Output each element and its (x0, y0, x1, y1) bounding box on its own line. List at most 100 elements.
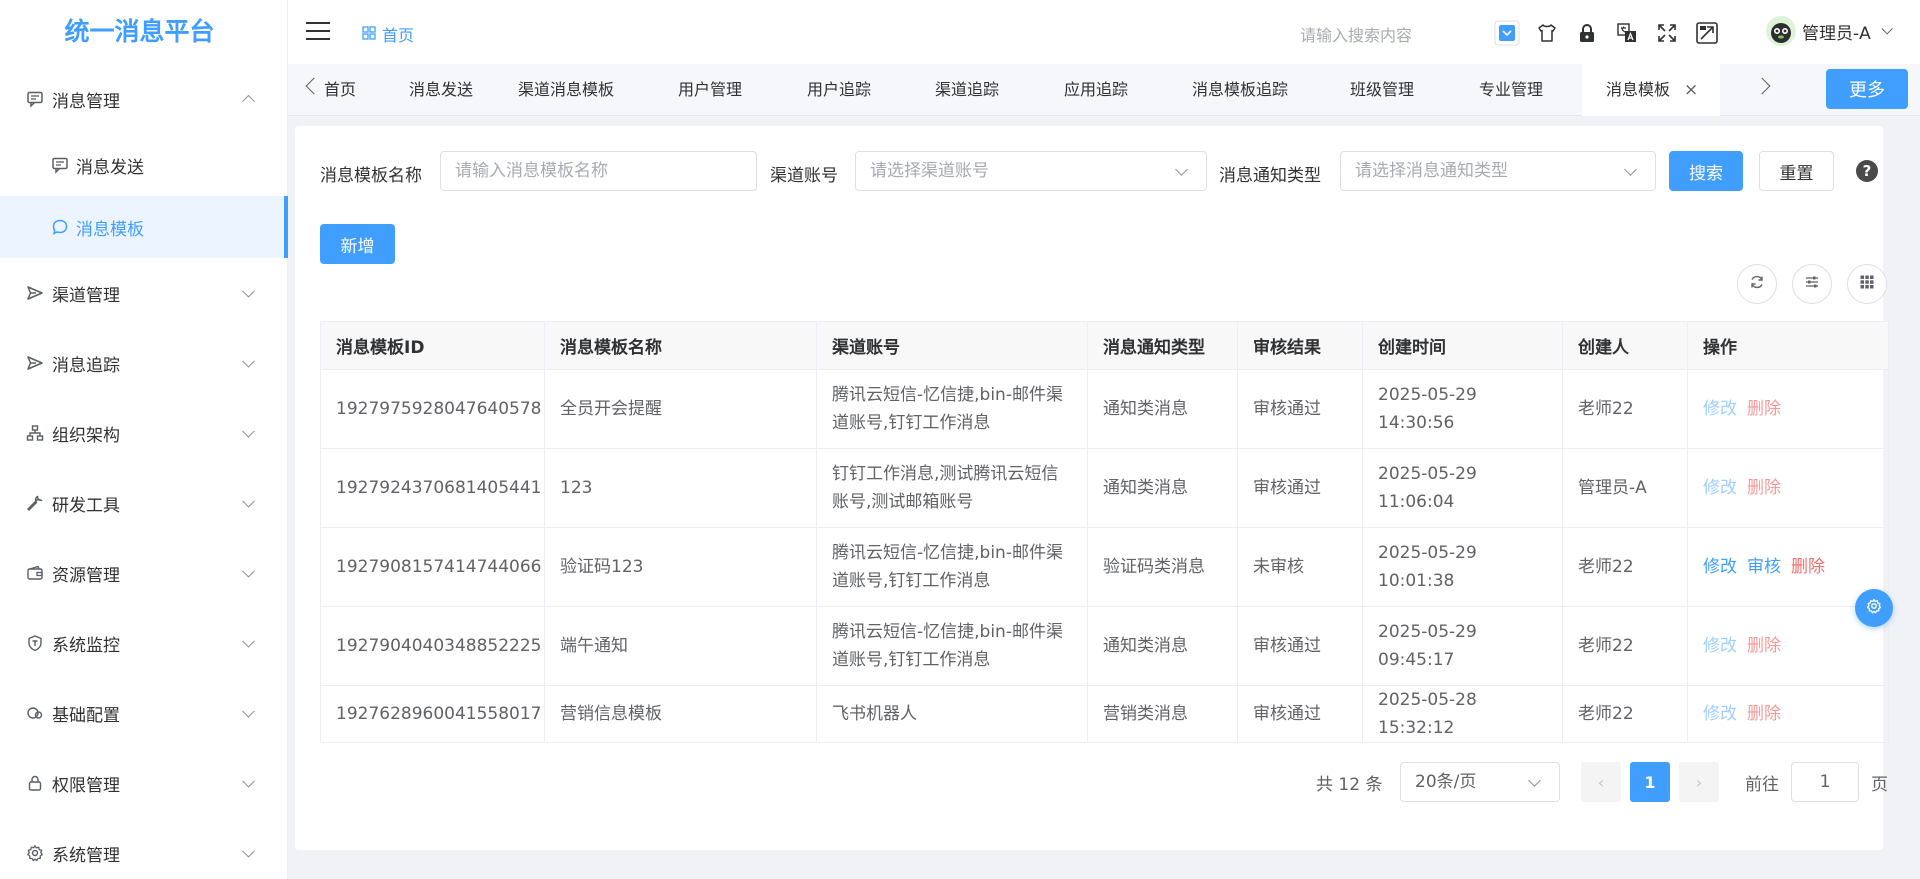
tab-home[interactable]: 首页 (324, 64, 372, 116)
hamburger-menu-icon[interactable] (306, 22, 330, 42)
goto-page-input[interactable] (1791, 762, 1859, 802)
tab-message-send[interactable]: 消息发送 (409, 64, 473, 116)
cell-time: 2025-05-29 09:45:17 (1362, 606, 1563, 686)
cell-name-link[interactable]: 验证码123 (544, 527, 817, 607)
delete-button[interactable]: 删除 (1791, 557, 1825, 577)
breadcrumb[interactable]: 首页 (362, 22, 414, 46)
cell-type: 通知类消息 (1087, 606, 1238, 686)
reset-button[interactable]: 重置 (1759, 151, 1834, 191)
col-header-name[interactable]: 消息模板名称 (544, 321, 817, 370)
help-icon[interactable]: ? (1856, 160, 1878, 182)
size-icon[interactable] (1694, 20, 1720, 46)
chevron-down-icon (1624, 163, 1637, 176)
sidebar-item-resource[interactable]: 资源管理 (0, 538, 287, 608)
settings-float-button[interactable] (1855, 589, 1893, 627)
tab-channel-trace[interactable]: 渠道追踪 (935, 64, 999, 116)
tab-class-mgmt[interactable]: 班级管理 (1350, 64, 1414, 116)
prev-page-button[interactable]: ‹ (1581, 762, 1621, 802)
sidebar-item-label: 消息发送 (76, 157, 144, 178)
cell-actions: 修改 删除 (1687, 448, 1889, 528)
col-header-channel[interactable]: 渠道账号 (816, 321, 1088, 370)
template-name-input[interactable] (440, 151, 757, 191)
edit-button[interactable]: 修改 (1703, 478, 1737, 498)
cell-time: 2025-05-29 11:06:04 (1362, 448, 1563, 528)
tab-major-mgmt[interactable]: 专业管理 (1479, 64, 1543, 116)
sidebar-subitem-message-send[interactable]: 消息发送 (0, 134, 287, 196)
cell-name-link[interactable]: 营销信息模板 (544, 685, 817, 743)
table-row: 1927628960041558017 营销信息模板 飞书机器人 营销类消息 审… (320, 685, 1889, 743)
user-menu[interactable]: 管理员-A (1766, 16, 1893, 46)
tab-user-trace[interactable]: 用户追踪 (807, 64, 871, 116)
col-header-id[interactable]: 消息模板ID (320, 321, 545, 370)
sidebar-item-channel-mgmt[interactable]: 渠道管理 (0, 258, 287, 328)
lock-icon[interactable] (1574, 20, 1600, 46)
sidebar-item-message-trace[interactable]: 消息追踪 (0, 328, 287, 398)
fullscreen-icon[interactable] (1654, 20, 1680, 46)
sidebar-subitem-message-template[interactable]: 消息模板 (0, 196, 288, 258)
audit-button[interactable]: 审核 (1747, 557, 1781, 577)
refresh-icon (1749, 274, 1765, 295)
sidebar-item-devtools[interactable]: 研发工具 (0, 468, 287, 538)
cell-time: 2025-05-29 10:01:38 (1362, 527, 1563, 607)
col-header-creator[interactable]: 创建人 (1562, 321, 1688, 370)
top-header: 首页 请输入搜索内容 管理员-A (288, 0, 1920, 64)
sidebar-item-label: 组织架构 (52, 425, 120, 446)
chevron-down-icon (242, 844, 255, 858)
filter-settings-button[interactable] (1792, 264, 1832, 304)
translate-icon[interactable] (1614, 20, 1640, 46)
chevron-up-icon (242, 94, 255, 108)
col-header-time[interactable]: 创建时间 (1362, 321, 1563, 370)
add-button[interactable]: 新增 (320, 224, 395, 264)
tab-scroll-right-icon[interactable] (1753, 77, 1771, 95)
search-button[interactable]: 搜索 (1669, 151, 1743, 191)
header-tools (1494, 20, 1720, 46)
cell-name-link[interactable]: 123 (544, 448, 817, 528)
sidebar-item-base-config[interactable]: 基础配置 (0, 678, 287, 748)
page-1-button[interactable]: 1 (1630, 762, 1670, 802)
tab-template-trace[interactable]: 消息模板追踪 (1192, 64, 1288, 116)
delete-button[interactable]: 删除 (1747, 704, 1781, 724)
delete-button[interactable]: 删除 (1747, 636, 1781, 656)
columns-button[interactable] (1847, 264, 1887, 304)
edit-button[interactable]: 修改 (1703, 399, 1737, 419)
lock-icon (24, 774, 46, 792)
edit-button[interactable]: 修改 (1703, 704, 1737, 724)
close-icon[interactable]: × (1684, 64, 1698, 116)
user-name: 管理员-A (1802, 23, 1871, 44)
chevron-down-icon (1175, 163, 1188, 176)
header-search[interactable]: 请输入搜索内容 (1300, 22, 1500, 46)
tab-scroll-left-icon[interactable] (305, 77, 323, 95)
col-header-type[interactable]: 消息通知类型 (1087, 321, 1238, 370)
notice-type-select[interactable]: 请选择消息通知类型 (1340, 151, 1656, 191)
channel-select[interactable]: 请选择渠道账号 (855, 151, 1207, 191)
breadcrumb-home: 首页 (382, 26, 415, 45)
cell-review: 未审核 (1237, 527, 1363, 607)
tab-app-trace[interactable]: 应用追踪 (1064, 64, 1128, 116)
org-tree-icon (24, 424, 46, 442)
app-logo: 统一消息平台 (64, 17, 215, 46)
tshirt-icon[interactable] (1534, 20, 1560, 46)
cell-name-link[interactable]: 端午通知 (544, 606, 817, 686)
page-size-select[interactable]: 20条/页 (1400, 762, 1560, 802)
send-icon (24, 354, 46, 372)
checkbox-dropdown-icon[interactable] (1494, 20, 1520, 46)
tab-user-mgmt[interactable]: 用户管理 (678, 64, 742, 116)
refresh-button[interactable] (1737, 264, 1777, 304)
more-button[interactable]: 更多 (1826, 69, 1908, 109)
sidebar-item-org[interactable]: 组织架构 (0, 398, 287, 468)
sidebar-item-permission[interactable]: 权限管理 (0, 748, 287, 818)
delete-button[interactable]: 删除 (1747, 399, 1781, 419)
cell-review: 审核通过 (1237, 369, 1363, 449)
tab-channel-template[interactable]: 渠道消息模板 (518, 64, 614, 116)
cell-name-link[interactable]: 全员开会提醒 (544, 369, 817, 449)
chevron-down-icon (242, 704, 255, 718)
sidebar-item-system[interactable]: 系统管理 (0, 818, 287, 879)
col-header-review[interactable]: 审核结果 (1237, 321, 1363, 370)
edit-button[interactable]: 修改 (1703, 557, 1737, 577)
tab-message-template[interactable]: 消息模板 × (1582, 64, 1720, 116)
delete-button[interactable]: 删除 (1747, 478, 1781, 498)
sidebar-item-monitor[interactable]: 系统监控 (0, 608, 287, 678)
next-page-button[interactable]: › (1679, 762, 1719, 802)
sidebar-item-message-mgmt[interactable]: 消息管理 (0, 64, 287, 134)
edit-button[interactable]: 修改 (1703, 636, 1737, 656)
